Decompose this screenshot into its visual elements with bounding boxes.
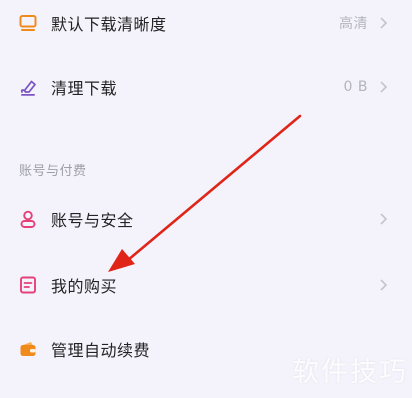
chevron-right-icon [380,213,388,225]
section-header-account: 账号与付费 [19,164,87,179]
chevron-right-icon [380,279,388,291]
wallet-icon [18,339,38,359]
settings-row-account-security[interactable]: 账号与安全 [0,186,412,252]
settings-row-clear-download[interactable]: 清理下载 0 B [0,54,412,120]
auto-renewal-label: 管理自动续费 [51,341,151,360]
chevron-right-icon [380,17,388,29]
my-purchases-label: 我的购买 [51,277,118,296]
settings-row-my-purchases[interactable]: 我的购买 [0,252,412,318]
watermark: 软件技巧 [292,357,408,388]
download-quality-value: 高清 [339,16,368,32]
eraser-icon [18,77,38,97]
chevron-right-icon [380,81,388,93]
clear-download-label: 清理下载 [51,79,118,98]
clear-download-value: 0 B [343,79,368,95]
settings-row-download-quality[interactable]: 默认下载清晰度 高清 [0,0,412,56]
user-icon [18,209,38,229]
download-quality-label: 默认下载清晰度 [51,15,167,34]
monitor-icon [18,13,38,33]
receipt-icon [18,275,38,295]
account-security-label: 账号与安全 [51,211,134,230]
